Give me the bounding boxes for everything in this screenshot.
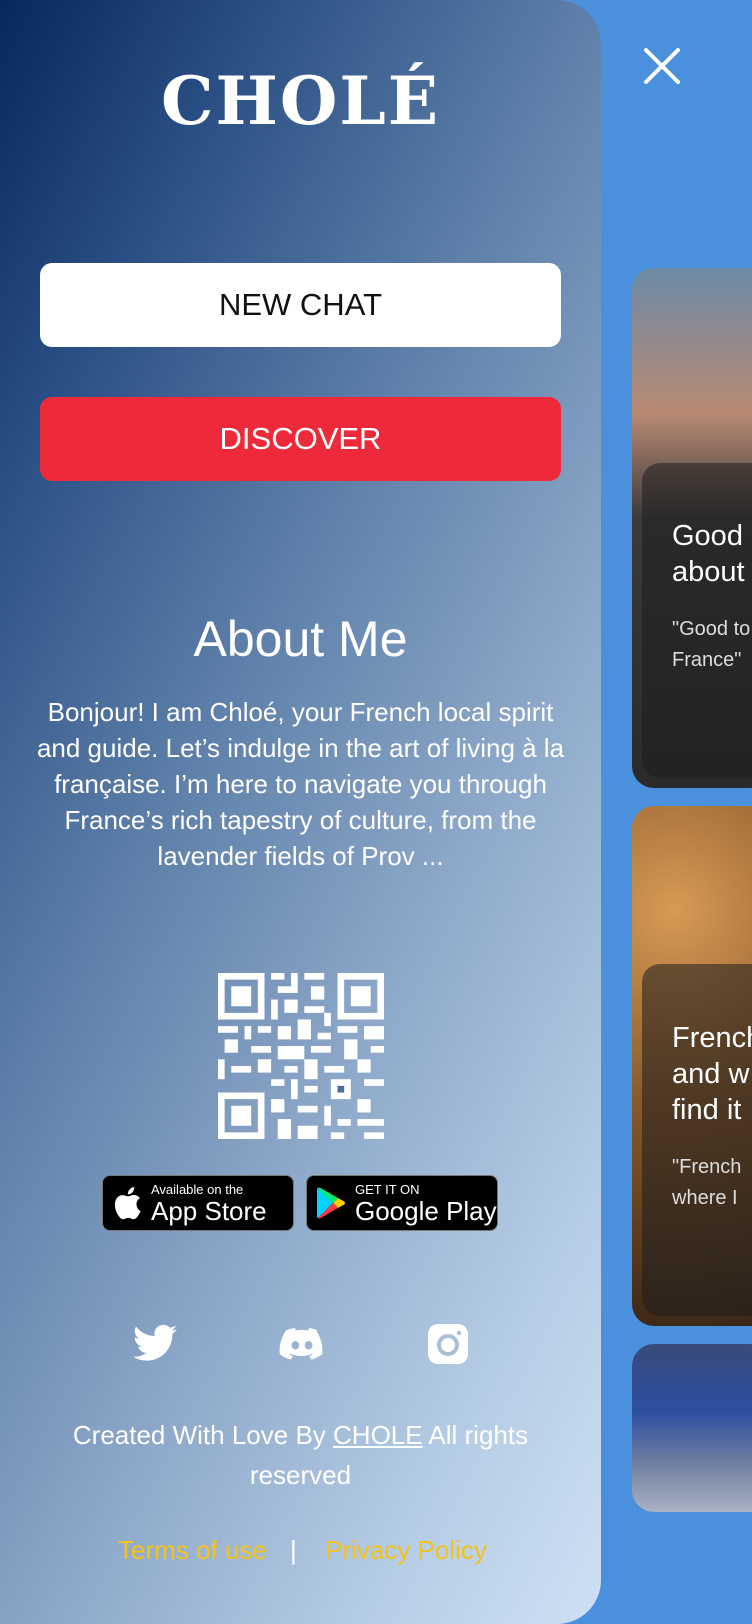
terms-of-use-link[interactable]: Terms of use	[118, 1535, 267, 1566]
footer-prefix: Created With Love By	[72, 1420, 326, 1450]
card-title: Good about	[672, 520, 745, 588]
about-title: About Me	[193, 611, 408, 667]
google-play-button[interactable]: GET IT ON Google Play	[306, 1175, 498, 1231]
app-store-button[interactable]: Available on the App Store	[102, 1175, 294, 1231]
qr-code-icon	[218, 973, 384, 1139]
privacy-policy-link[interactable]: Privacy Policy	[325, 1535, 487, 1566]
app-store-label: App Store	[151, 1195, 267, 1226]
close-button[interactable]	[640, 44, 684, 88]
twitter-link[interactable]	[131, 1320, 179, 1368]
apple-icon	[103, 1186, 151, 1220]
brand-logo: CHOLÉ	[160, 62, 441, 140]
close-icon	[644, 48, 680, 84]
app-store-small-label: Available on the	[151, 1181, 244, 1197]
card-subtitle: "French where I	[672, 1156, 742, 1209]
discover-button[interactable]: DISCOVER	[40, 397, 561, 481]
chat-card[interactable]	[632, 1344, 752, 1512]
card-title: French and w find it	[672, 1022, 752, 1126]
legal-separator: |	[290, 1535, 297, 1565]
chat-card[interactable]: Good about "Good to France"	[632, 268, 752, 788]
google-play-label: Google Play	[355, 1195, 497, 1226]
about-text: Bonjour! I am Chloé, your French local s…	[36, 697, 565, 871]
google-play-icon	[307, 1187, 355, 1219]
discord-link[interactable]	[278, 1320, 326, 1368]
footer-credit: Created With Love By CHOLE All rights re…	[40, 1415, 561, 1495]
instagram-link[interactable]	[424, 1320, 472, 1368]
discord-icon	[279, 1328, 323, 1360]
chat-card[interactable]: French and w find it "French where I	[632, 806, 752, 1326]
card-subtitle: "Good to France"	[672, 618, 751, 671]
twitter-icon	[133, 1324, 177, 1361]
google-play-small-label: GET IT ON	[355, 1181, 420, 1197]
card-overlay	[642, 964, 752, 1316]
side-drawer: CHOLÉ NEW CHAT DISCOVER About Me Bonjour…	[0, 0, 601, 1624]
new-chat-button[interactable]: NEW CHAT	[40, 263, 561, 347]
chole-link[interactable]: CHOLE	[333, 1420, 423, 1450]
instagram-icon	[428, 1324, 468, 1364]
